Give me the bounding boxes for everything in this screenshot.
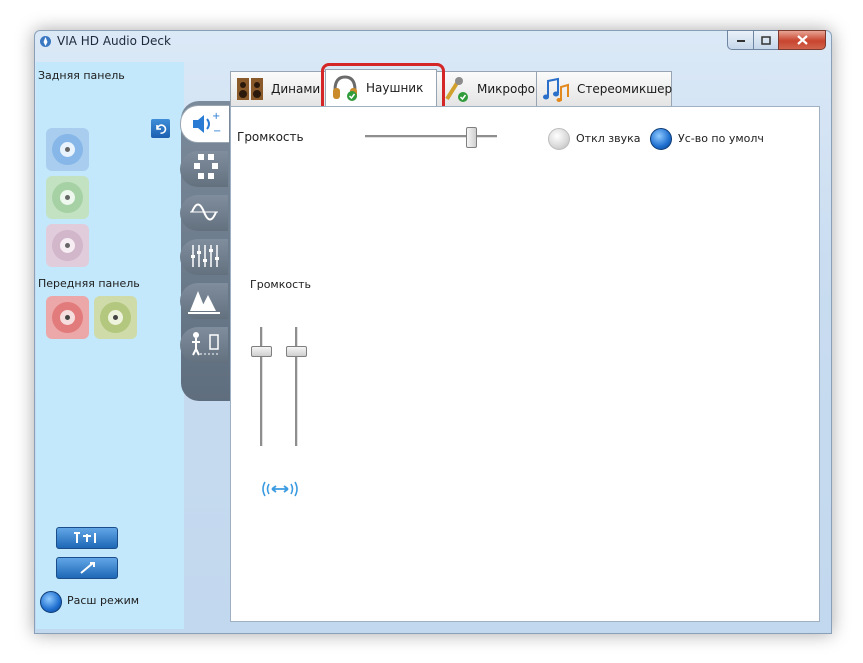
speaker-config-icon [194, 154, 218, 179]
rear-jack-pink[interactable] [46, 224, 89, 267]
close-button[interactable] [778, 30, 826, 50]
left-channel-thumb[interactable] [251, 345, 272, 357]
default-device-label: Ус-во по умолч [678, 132, 764, 145]
audio-deck-window: VIA HD Audio Deck Задняя панель Передняя… [34, 30, 832, 634]
side-tab-room-correction[interactable] [180, 327, 228, 363]
mute-radio[interactable] [548, 128, 570, 150]
mute-label: Откл звука [576, 132, 641, 145]
advanced-mode-radio[interactable] [40, 591, 62, 613]
minimize-button[interactable] [727, 30, 754, 50]
front-jack-pink[interactable] [46, 296, 89, 339]
title-bar[interactable]: VIA HD Audio Deck [35, 30, 831, 53]
tab-stereo-mixer-label: Стереомикшер [577, 82, 673, 96]
tab-microphone-label: Микрофон [477, 82, 543, 96]
side-tab-environment[interactable] [180, 283, 228, 319]
headphones-panel [230, 106, 820, 622]
rear-jack-green[interactable] [46, 176, 89, 219]
right-channel-thumb[interactable] [286, 345, 307, 357]
front-panel-label: Передняя панель [38, 277, 140, 290]
svg-text:+: + [212, 111, 220, 122]
close-icon [796, 35, 808, 45]
rear-jack-blue[interactable] [46, 128, 89, 171]
volume-icon: +− [193, 111, 221, 137]
maximize-button[interactable] [753, 30, 779, 50]
minimize-icon [736, 40, 745, 42]
advanced-mode-label: Расш режим [67, 594, 140, 607]
right-channel-track[interactable] [295, 327, 298, 446]
master-volume-thumb[interactable] [465, 127, 477, 148]
channel-link-toggle[interactable] [261, 480, 299, 502]
tab-microphone[interactable]: Микрофон [436, 71, 543, 106]
front-jack-green[interactable] [94, 296, 137, 339]
connector-settings-button[interactable] [56, 527, 118, 549]
app-icon [40, 36, 51, 47]
speakers-icon [237, 78, 263, 100]
waveform-icon [190, 203, 218, 221]
undo-icon [156, 124, 167, 134]
tab-stereo-mixer[interactable]: Стереомикшер [536, 71, 672, 106]
stereo-mixer-icon [543, 77, 569, 102]
volume-label: Громкость [237, 130, 304, 144]
tools-icon [80, 562, 95, 574]
room-correction-icon [192, 332, 219, 356]
microphone-icon [445, 77, 468, 102]
connector-sidebar: Задняя панель Передняя панель Расш режим [36, 62, 184, 629]
tab-speakers[interactable]: Динамик [230, 71, 328, 106]
default-device-radio[interactable] [650, 128, 672, 150]
connector-icon [74, 532, 96, 543]
side-tab-volume[interactable]: + − [180, 105, 229, 143]
window-title: VIA HD Audio Deck [57, 34, 171, 48]
maximize-icon [761, 35, 771, 45]
tools-button[interactable] [56, 557, 118, 579]
rear-panel-label: Задняя панель [38, 69, 125, 82]
left-channel-track[interactable] [260, 327, 263, 446]
side-tab-waveform[interactable] [180, 195, 228, 231]
channel-volume-label: Громкость [250, 278, 312, 291]
environment-icon [188, 291, 220, 314]
tab-speakers-label: Динамик [271, 82, 321, 96]
link-arrows-icon [262, 481, 298, 497]
side-tab-equalizer[interactable] [180, 239, 228, 275]
reset-button[interactable] [151, 119, 170, 138]
equalizer-icon [191, 245, 219, 267]
svg-text:−: − [213, 126, 221, 137]
side-tab-speaker-config[interactable] [180, 151, 228, 187]
master-volume-track[interactable] [365, 135, 497, 138]
